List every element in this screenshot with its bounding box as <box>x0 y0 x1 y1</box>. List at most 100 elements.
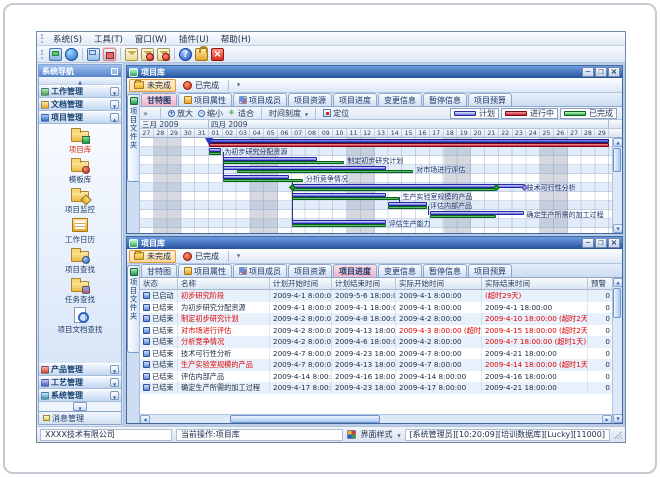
scroll-right-button[interactable] <box>602 415 612 423</box>
menu-item[interactable]: 系统(S) <box>47 32 88 46</box>
table-row[interactable]: 已结束分析竞争情况2009-4-2 8:00:002009-4-6 18:00:… <box>140 336 612 348</box>
tab-6[interactable]: 暂停信息 <box>423 93 467 106</box>
interface-style-label[interactable]: 界面样式 <box>360 429 392 440</box>
collapse-button[interactable] <box>110 113 119 122</box>
expand-button[interactable] <box>110 378 119 387</box>
unfinished-button[interactable]: 未完成 <box>129 250 176 263</box>
sidebar-group-process[interactable]: 工艺管理 <box>39 376 121 389</box>
column-header[interactable]: 实际开始时间 <box>396 278 482 289</box>
sidebar-item[interactable]: 项目库 <box>39 127 121 157</box>
sidebar-group-work[interactable]: 工作管理 <box>39 85 121 98</box>
exit-icon[interactable] <box>211 48 224 61</box>
gantt-vertical-scrollbar[interactable] <box>612 138 622 233</box>
scroll-left-button[interactable] <box>140 415 150 423</box>
sidebar-group-doc[interactable]: 文档管理 <box>39 98 121 111</box>
window-titlebar[interactable]: 项目库 <box>127 237 622 249</box>
task-done-bar[interactable] <box>223 179 303 182</box>
sidebar-group-system[interactable]: 系统管理 <box>39 389 121 402</box>
column-header[interactable]: 计划结束时间 <box>332 278 396 289</box>
sidebar-item[interactable]: 模板库 <box>39 157 121 187</box>
scroll-down-button[interactable] <box>613 224 622 233</box>
help-icon[interactable] <box>179 48 192 61</box>
tab-3[interactable]: 项目资源 <box>288 93 332 106</box>
table-row[interactable]: 已结束为初步研究分配资源2009-4-1 8:00:002009-4-1 18:… <box>140 302 612 314</box>
window-titlebar[interactable]: 项目库 <box>127 66 622 78</box>
table-row[interactable]: 已结束评估内部产品2009-4-14 8:00:002009-4-16 18:0… <box>140 371 612 383</box>
zoom-out-button[interactable]: 缩小 <box>198 108 223 119</box>
table-row[interactable]: 已结束技术可行性分析2009-4-7 8:00:002009-4-23 18:0… <box>140 348 612 360</box>
scroll-track[interactable] <box>613 287 622 414</box>
column-header[interactable]: 名称 <box>178 278 270 289</box>
task-done-bar[interactable] <box>388 206 427 209</box>
tab-3[interactable]: 项目资源 <box>288 264 332 277</box>
resize-grip[interactable] <box>614 431 622 439</box>
column-header[interactable]: 状态 <box>140 278 178 289</box>
tab-2[interactable]: 项目成员 <box>233 93 287 106</box>
expand-button[interactable] <box>110 365 119 374</box>
pin-icon[interactable] <box>111 68 118 75</box>
task-done-bar[interactable] <box>209 152 221 155</box>
column-header[interactable]: 计划开始时间 <box>270 278 332 289</box>
sidebar-group-project[interactable]: 项目管理 <box>39 111 121 124</box>
unfinished-button[interactable]: 未完成 <box>129 79 176 92</box>
toolbar-overflow-button[interactable] <box>143 109 153 118</box>
menu-item[interactable]: 插件(U) <box>173 32 215 46</box>
menu-item[interactable]: 窗口(W) <box>129 32 173 46</box>
tab-5[interactable]: 变更信息 <box>378 264 422 277</box>
table-row[interactable]: 已结束确定生产所需的加工过程2009-4-17 8:00:002009-4-23… <box>140 382 612 394</box>
finished-button[interactable]: 已完成 <box>178 250 224 263</box>
sidebar-group-product[interactable]: 产品管理 <box>39 363 121 376</box>
column-header[interactable]: 预警 <box>588 278 612 289</box>
task-done-bar[interactable] <box>292 188 496 191</box>
sidebar-item[interactable]: 项目文档查找 <box>39 307 121 337</box>
scroll-track[interactable] <box>150 415 602 423</box>
chevron-down-icon[interactable] <box>396 430 400 439</box>
more-buttons-dropdown[interactable] <box>233 79 244 91</box>
menu-item[interactable]: 帮助(H) <box>215 32 257 46</box>
menu-item[interactable]: 工具(T) <box>88 32 129 46</box>
folder-save-icon[interactable] <box>103 48 116 61</box>
sidebar-scroll-up-button[interactable] <box>39 77 121 85</box>
sidebar-item[interactable]: 工作日历 <box>39 217 121 247</box>
summary-inprogress-bar[interactable] <box>209 143 609 147</box>
tab-0[interactable]: 甘特图 <box>141 264 177 277</box>
tab-2[interactable]: 项目成员 <box>233 264 287 277</box>
time-scale-dropdown[interactable]: 时间刻度 <box>269 108 308 119</box>
scroll-thumb[interactable] <box>230 415 380 423</box>
table-row[interactable]: 已结束生产实验室规模的产品2009-4-7 8:00:002009-4-13 1… <box>140 359 612 371</box>
project-folder-vertical-tab[interactable]: 项目文件夹 <box>127 265 139 353</box>
mail-alert-icon[interactable] <box>157 48 170 61</box>
window-minimize-button[interactable] <box>582 67 594 77</box>
chevron-down-icon[interactable] <box>73 402 87 411</box>
scroll-up-button[interactable] <box>613 138 622 147</box>
table-row[interactable]: 已启动初步研究阶段2009-4-1 8:00:002009-5-6 18:00:… <box>140 290 612 302</box>
task-done-bar[interactable] <box>292 197 400 200</box>
window-restore-button[interactable] <box>595 238 607 248</box>
tab-4[interactable]: 项目进度 <box>333 264 377 277</box>
expand-button[interactable] <box>110 87 119 96</box>
window-minimize-button[interactable] <box>582 238 594 248</box>
tab-7[interactable]: 项目预算 <box>468 93 512 106</box>
folder-icon[interactable] <box>87 48 100 61</box>
lock-icon[interactable] <box>195 48 208 61</box>
sidebar-item[interactable]: 项目查找 <box>39 247 121 277</box>
tab-1[interactable]: 项目属性 <box>178 93 232 106</box>
tab-5[interactable]: 变更信息 <box>378 93 422 106</box>
scroll-thumb[interactable] <box>613 288 621 318</box>
globe-icon[interactable] <box>65 48 78 61</box>
tab-0[interactable]: 甘特图 <box>141 93 177 106</box>
expand-button[interactable] <box>110 391 119 400</box>
monitor-icon[interactable] <box>49 48 62 61</box>
window-close-button[interactable] <box>608 238 620 248</box>
task-done-bar[interactable] <box>237 170 414 173</box>
fit-button[interactable]: 适合 <box>228 108 254 119</box>
task-done-bar[interactable] <box>292 224 386 227</box>
task-done-bar[interactable] <box>430 215 496 218</box>
message-management-tab[interactable]: 消息管理 <box>38 412 122 425</box>
mail-icon[interactable] <box>125 48 138 61</box>
scroll-down-button[interactable] <box>613 414 622 423</box>
more-buttons-dropdown[interactable] <box>233 250 244 262</box>
table-vertical-scrollbar[interactable] <box>612 278 622 423</box>
window-close-button[interactable] <box>608 67 620 77</box>
expand-button[interactable] <box>110 100 119 109</box>
